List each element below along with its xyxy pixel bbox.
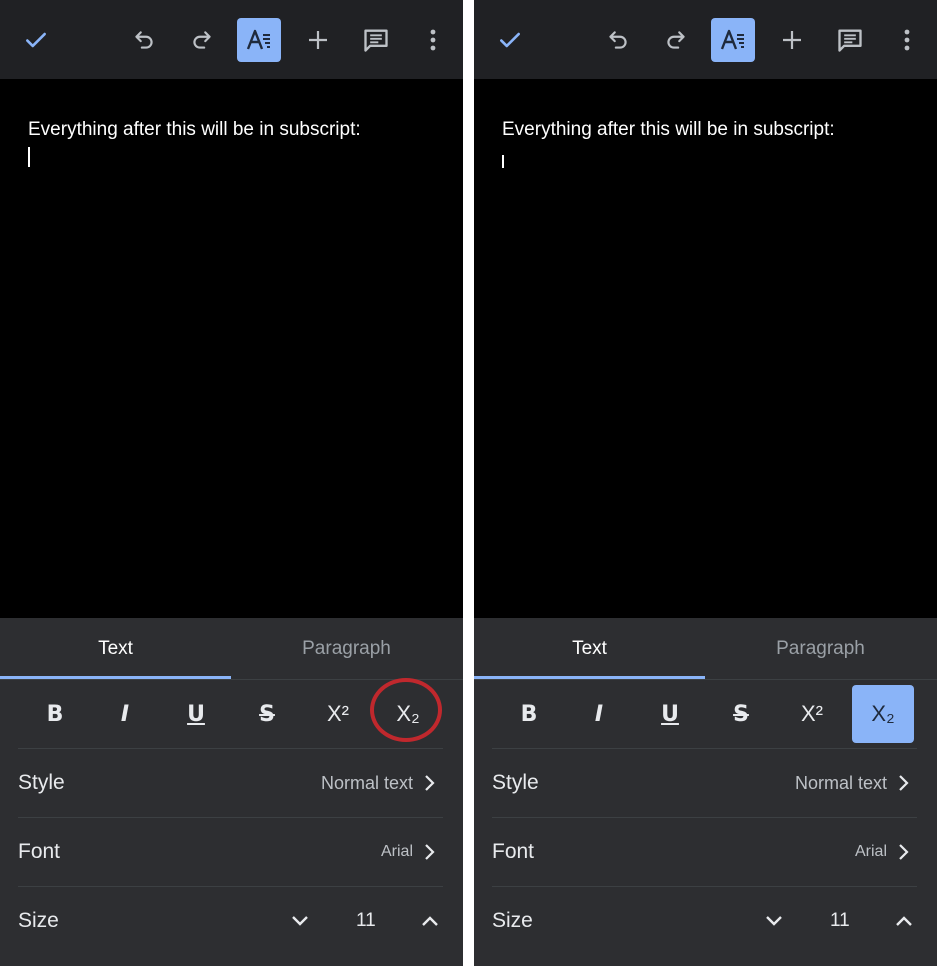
underline-icon[interactable]: U: [639, 685, 701, 743]
document-canvas[interactable]: Everything after this will be in subscri…: [0, 79, 463, 618]
superscript-label: X²: [801, 701, 823, 726]
chevron-down-icon[interactable]: [762, 909, 786, 933]
tab-text[interactable]: Text: [0, 618, 231, 679]
text-style-buttons: B I U S X² X₂: [0, 680, 463, 748]
screen-after: Everything after this will be in subscri…: [474, 0, 937, 966]
tab-text[interactable]: Text: [474, 618, 705, 679]
document-text: Everything after this will be in subscri…: [502, 119, 835, 140]
chevron-up-icon[interactable]: [418, 909, 442, 933]
chevron-right-icon: [425, 775, 435, 791]
underline-icon[interactable]: U: [165, 685, 227, 743]
superscript-label: X²: [327, 701, 349, 726]
tab-paragraph[interactable]: Paragraph: [705, 618, 936, 679]
text-format-icon[interactable]: [711, 18, 755, 62]
chevron-down-icon[interactable]: [288, 909, 312, 933]
add-icon[interactable]: [296, 18, 340, 62]
chevron-right-icon: [899, 775, 909, 791]
document-text: Everything after this will be in subscri…: [28, 119, 361, 140]
text-style-buttons: B I U S X² X₂: [474, 680, 937, 748]
style-row[interactable]: Style Normal text: [492, 748, 917, 817]
undo-icon[interactable]: [596, 18, 640, 62]
subscript-label: X₂: [871, 701, 895, 726]
size-row: Size 11: [492, 886, 917, 955]
style-value: Normal text: [794, 773, 887, 793]
style-row[interactable]: Style Normal text: [18, 748, 443, 817]
chevron-up-icon[interactable]: [892, 909, 916, 933]
format-panel: Text Paragraph B I U S X² X₂ Style Norma…: [0, 618, 463, 966]
style-label: Style: [492, 771, 539, 794]
subscript-icon[interactable]: X₂: [377, 685, 439, 743]
text-format-icon[interactable]: [237, 18, 281, 62]
italic-icon[interactable]: I: [94, 685, 156, 743]
superscript-icon[interactable]: X²: [781, 685, 843, 743]
size-label: Size: [18, 909, 59, 932]
font-label: Font: [492, 840, 535, 863]
more-vert-icon[interactable]: [411, 18, 455, 62]
italic-icon[interactable]: I: [568, 685, 630, 743]
text-caret: [502, 155, 504, 168]
font-label: Font: [18, 840, 61, 863]
size-value: 11: [356, 910, 376, 931]
check-icon[interactable]: [488, 18, 532, 62]
format-tabs: Text Paragraph: [0, 618, 463, 680]
top-toolbar: [474, 0, 937, 79]
tab-indicator: [0, 676, 231, 679]
text-caret: [28, 147, 30, 167]
add-icon[interactable]: [770, 18, 814, 62]
strikethrough-icon[interactable]: S: [710, 685, 772, 743]
subscript-icon[interactable]: X₂: [852, 685, 914, 743]
tab-paragraph[interactable]: Paragraph: [231, 618, 462, 679]
format-tabs: Text Paragraph: [474, 618, 937, 680]
style-label: Style: [18, 771, 65, 794]
chevron-right-icon: [425, 844, 435, 860]
check-icon[interactable]: [14, 18, 58, 62]
redo-icon[interactable]: [180, 18, 224, 62]
strikethrough-icon[interactable]: S: [236, 685, 298, 743]
comment-icon[interactable]: [354, 18, 398, 62]
screen-before: Everything after this will be in subscri…: [0, 0, 463, 966]
size-label: Size: [492, 909, 533, 932]
subscript-label: X₂: [396, 701, 420, 726]
undo-icon[interactable]: [122, 18, 166, 62]
top-toolbar: [0, 0, 463, 79]
redo-icon[interactable]: [654, 18, 698, 62]
font-row[interactable]: Font Arial: [492, 817, 917, 886]
superscript-icon[interactable]: X²: [307, 685, 369, 743]
document-canvas[interactable]: Everything after this will be in subscri…: [474, 79, 937, 618]
font-value: Arial: [380, 843, 413, 860]
format-panel: Text Paragraph B I U S X² X₂ Style Norma…: [474, 618, 937, 966]
tab-indicator: [474, 676, 705, 679]
comment-icon[interactable]: [828, 18, 872, 62]
bold-icon[interactable]: B: [498, 685, 560, 743]
chevron-right-icon: [899, 844, 909, 860]
size-value: 11: [830, 910, 850, 931]
size-row: Size 11: [18, 886, 443, 955]
bold-icon[interactable]: B: [24, 685, 86, 743]
style-value: Normal text: [320, 773, 413, 793]
font-row[interactable]: Font Arial: [18, 817, 443, 886]
font-value: Arial: [854, 843, 887, 860]
more-vert-icon[interactable]: [885, 18, 929, 62]
